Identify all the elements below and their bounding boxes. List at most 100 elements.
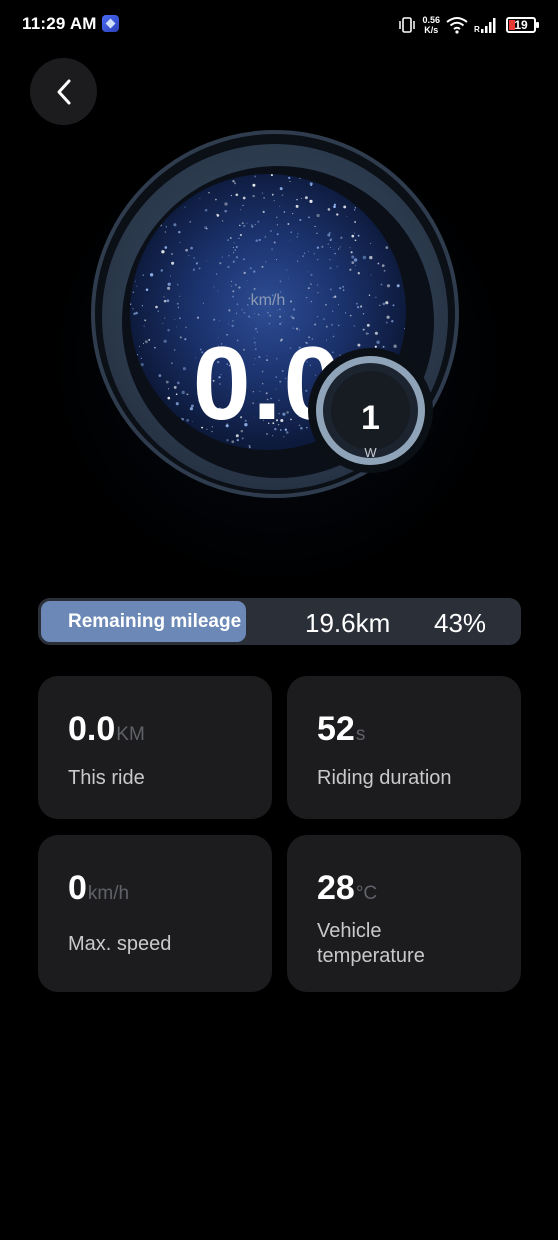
star-dot	[221, 220, 224, 222]
star-dot	[349, 247, 351, 249]
star-dot	[386, 315, 390, 319]
star-dot	[235, 284, 237, 286]
star-dot	[275, 216, 278, 219]
star-dot	[235, 312, 238, 314]
star-dot	[333, 205, 336, 208]
star-dot	[219, 262, 222, 265]
star-dot	[169, 275, 172, 277]
star-dot	[329, 259, 331, 261]
star-dot	[230, 280, 233, 282]
star-dot	[301, 198, 303, 199]
star-dot	[354, 221, 356, 223]
power-value: 1	[361, 399, 380, 437]
star-dot	[250, 224, 253, 226]
star-dot	[213, 286, 215, 288]
star-dot	[196, 316, 200, 319]
star-dot	[264, 236, 266, 238]
star-dot	[307, 271, 309, 273]
status-time: 11:29 AM	[22, 14, 97, 33]
star-dot	[167, 282, 171, 286]
star-dot	[304, 196, 308, 200]
star-dot	[254, 223, 256, 225]
star-dot	[179, 317, 181, 319]
star-dot	[381, 264, 385, 268]
star-dot	[221, 256, 223, 258]
star-dot	[246, 222, 248, 224]
star-dot	[329, 267, 332, 270]
star-dot	[215, 198, 217, 201]
power-unit: W	[364, 445, 377, 460]
remaining-mileage-label: Remaining mileage	[68, 611, 242, 632]
star-dot	[190, 246, 193, 250]
star-dot	[239, 224, 241, 227]
star-dot	[354, 232, 356, 234]
star-dot	[357, 234, 360, 237]
power-badge: 1 W	[308, 348, 433, 473]
star-dot	[235, 256, 239, 259]
stat-card-riding-duration: 52s Riding duration	[287, 676, 521, 819]
vehicle-temperature-unit: °C	[355, 883, 378, 904]
star-dot	[239, 209, 241, 211]
battery-icon: 19	[506, 17, 539, 33]
star-dot	[185, 248, 188, 252]
star-dot	[243, 311, 246, 314]
star-dot	[243, 258, 245, 261]
star-dot	[265, 261, 267, 263]
star-dot	[253, 287, 256, 290]
star-dot	[321, 245, 324, 248]
remaining-mileage-bar: Remaining mileage 19.6km 43%	[38, 598, 521, 645]
star-dot	[215, 273, 218, 275]
star-dot	[195, 262, 199, 265]
star-dot	[342, 285, 345, 288]
star-dot	[330, 246, 332, 248]
star-dot	[370, 274, 372, 276]
star-dot	[239, 233, 242, 237]
star-dot	[323, 318, 325, 320]
star-dot	[144, 319, 147, 322]
star-dot	[308, 251, 310, 252]
star-dot	[281, 194, 284, 196]
star-dot	[351, 255, 355, 259]
star-dot	[377, 262, 380, 265]
star-dot	[288, 278, 289, 279]
star-dot	[289, 180, 291, 183]
star-dot	[308, 217, 310, 219]
max-speed-label: Max. speed	[68, 933, 172, 955]
star-dot	[204, 208, 208, 212]
star-dot	[242, 196, 246, 200]
star-dot	[316, 246, 320, 249]
star-dot	[213, 318, 216, 321]
star-dot	[178, 230, 181, 234]
star-dot	[277, 310, 279, 312]
star-dot	[276, 233, 279, 236]
star-dot	[327, 243, 329, 245]
star-dot	[333, 203, 336, 206]
star-dot	[385, 246, 389, 249]
star-dot	[310, 273, 313, 277]
riding-duration-unit: s	[355, 724, 366, 745]
star-dot	[216, 213, 218, 216]
star-dot	[243, 224, 246, 227]
star-dot	[314, 225, 316, 228]
star-dot	[290, 231, 292, 233]
star-dot	[208, 192, 210, 194]
star-dot	[354, 239, 357, 242]
star-dot	[296, 198, 298, 201]
network-speed-unit: K/s	[424, 25, 439, 35]
stat-card-this-ride: 0.0KM This ride	[38, 676, 272, 819]
star-dot	[232, 260, 235, 263]
star-dot	[309, 182, 313, 186]
star-dot	[235, 193, 239, 197]
star-dot	[317, 258, 319, 261]
star-dot	[391, 319, 394, 323]
star-dot	[330, 238, 332, 240]
star-dot	[134, 280, 136, 282]
star-dot	[167, 286, 171, 290]
star-dot	[243, 271, 246, 275]
star-dot	[145, 288, 149, 291]
star-dot	[238, 286, 241, 289]
star-dot	[249, 446, 251, 449]
star-dot	[254, 175, 257, 178]
star-dot	[206, 227, 208, 230]
star-dot	[149, 273, 154, 277]
